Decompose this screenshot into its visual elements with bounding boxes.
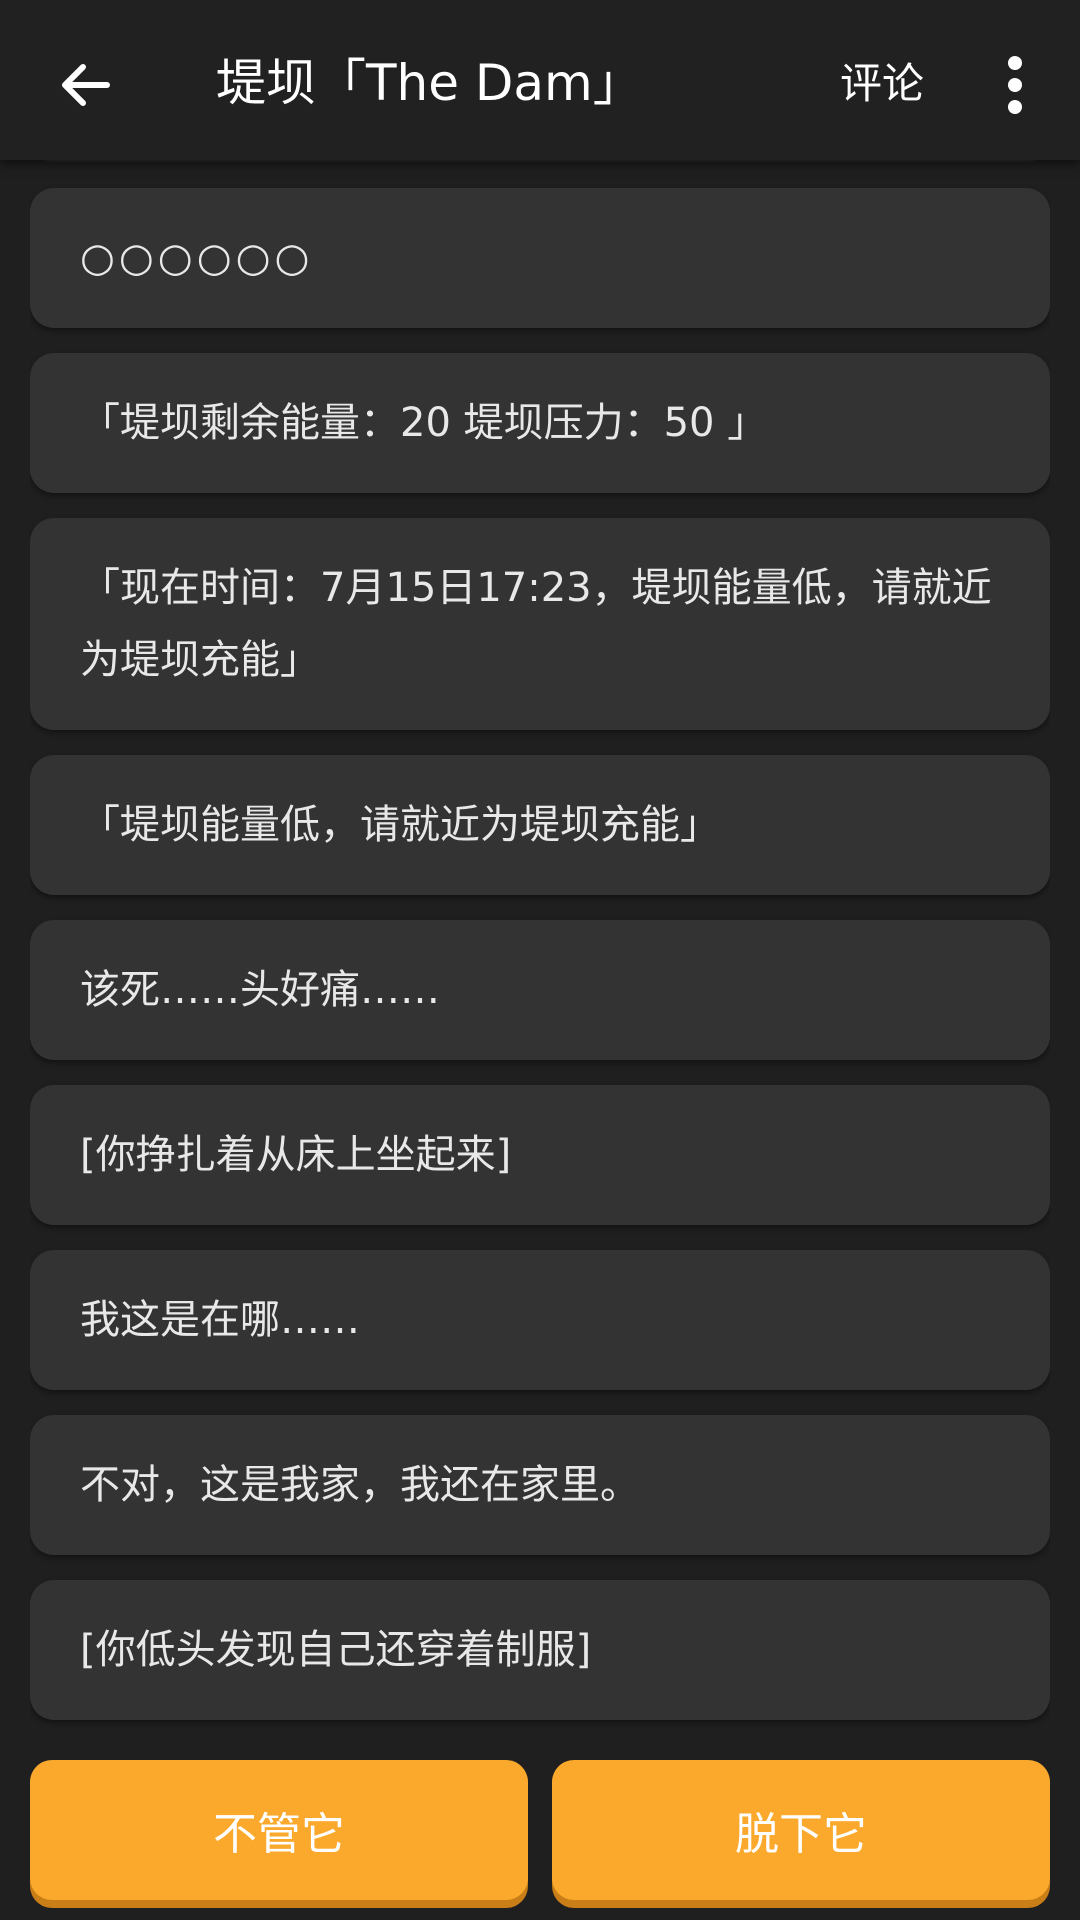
story-card: [你低头发现自己还穿着制服]	[30, 1580, 1050, 1720]
story-line: 「堤坝剩余能量：20 堤坝压力：50 」	[80, 400, 768, 446]
story-card: [你挣扎着从床上坐起来]	[30, 1085, 1050, 1225]
page-title: 堤坝「The Dam」	[216, 54, 643, 112]
back-button[interactable]	[40, 40, 130, 130]
comment-button[interactable]: 评论	[840, 52, 924, 116]
story-card: ○○○○○○	[30, 188, 1050, 328]
story-card: 我这是在哪……	[30, 1250, 1050, 1390]
choice-ignore-button[interactable]: 不管它	[30, 1760, 528, 1900]
arrow-left-icon	[62, 64, 110, 106]
story-line: 不对，这是我家，我还在家里。	[80, 1462, 640, 1508]
story-line: [你挣扎着从床上坐起来]	[80, 1132, 512, 1178]
story-line: [你低头发现自己还穿着制服]	[80, 1627, 592, 1673]
story-scroll-area[interactable]: ○○○○○○ 「堤坝剩余能量：20 堤坝压力：50 」 「现在时间：7月15日1…	[30, 0, 1050, 1740]
choice-take-off-button[interactable]: 脱下它	[552, 1760, 1050, 1900]
choice-bar: 不管它 脱下它	[0, 1740, 1080, 1920]
story-card: 「现在时间：7月15日17:23，堤坝能量低，请就近为堤坝充能」	[30, 518, 1050, 730]
story-card: 「堤坝能量低，请就近为堤坝充能」	[30, 755, 1050, 895]
story-line: 该死……头好痛……	[80, 967, 440, 1013]
story-card: 该死……头好痛……	[30, 920, 1050, 1060]
more-vertical-icon	[1008, 56, 1022, 114]
story-line: ○○○○○○	[80, 235, 314, 281]
story-card: 「堤坝剩余能量：20 堤坝压力：50 」	[30, 353, 1050, 493]
story-card: 不对，这是我家，我还在家里。	[30, 1415, 1050, 1555]
story-line: 我这是在哪……	[80, 1297, 360, 1343]
app-bar: 堤坝「The Dam」 评论	[0, 0, 1080, 160]
story-line: 「现在时间：7月15日17:23，堤坝能量低，请就近为堤坝充能」	[80, 565, 992, 683]
more-options-button[interactable]	[990, 50, 1040, 120]
story-line: 「堤坝能量低，请就近为堤坝充能」	[80, 802, 720, 848]
story-screen: ○○○○○○ 「堤坝剩余能量：20 堤坝压力：50 」 「现在时间：7月15日1…	[0, 0, 1080, 1920]
